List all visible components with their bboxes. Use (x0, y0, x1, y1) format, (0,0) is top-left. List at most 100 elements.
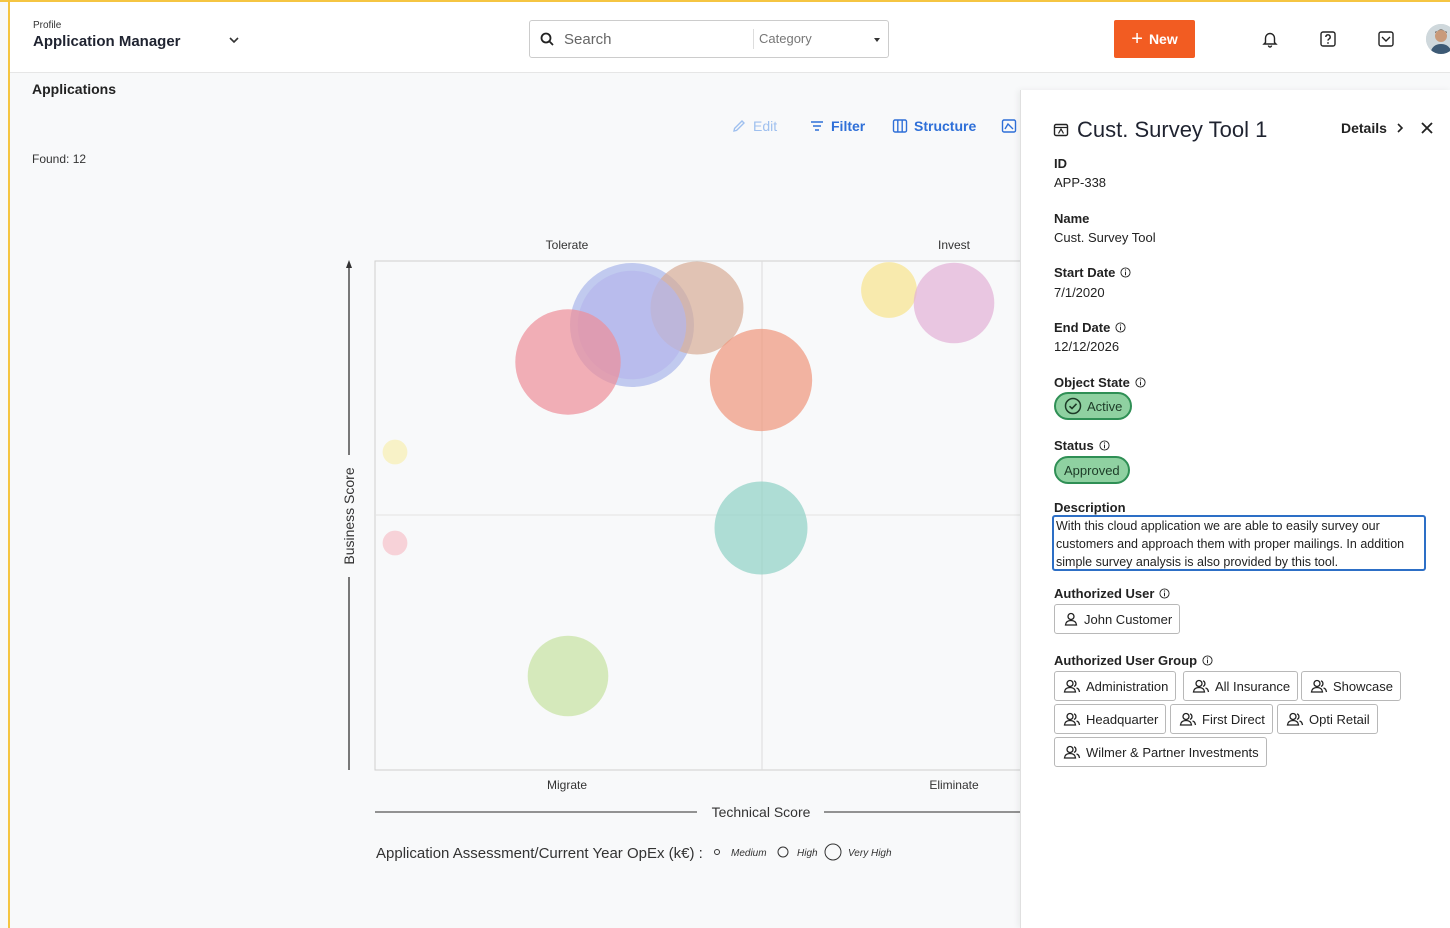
page-title: Applications (32, 81, 117, 97)
structure-button[interactable]: Structure (892, 118, 976, 134)
edit-button[interactable]: Edit (731, 118, 777, 134)
pencil-icon (733, 120, 745, 132)
group-chip[interactable]: All Insurance (1183, 671, 1299, 701)
quadrant-label-eliminate: Eliminate (929, 778, 979, 792)
avatar[interactable] (1426, 24, 1450, 54)
details-panel: Cust. Survey Tool 1 Details ID APP-338 N… (1020, 90, 1450, 928)
details-link[interactable]: Details (1341, 120, 1405, 136)
group-chip[interactable]: Opti Retail (1277, 704, 1378, 734)
chevron-down-icon[interactable] (226, 32, 242, 48)
search-input[interactable] (562, 21, 751, 57)
info-icon[interactable] (1115, 322, 1126, 333)
bell-icon[interactable] (1261, 30, 1279, 48)
panel-title-text: Cust. Survey Tool 1 (1077, 117, 1268, 142)
search-divider (753, 29, 754, 49)
search-icon (540, 32, 554, 46)
group-chip-label: Administration (1086, 678, 1169, 694)
group-icon (1286, 712, 1304, 726)
bubble-point[interactable] (515, 309, 621, 415)
columns-icon (892, 119, 908, 133)
id-label: ID (1054, 156, 1067, 171)
bubble-point[interactable] (382, 530, 408, 556)
id-value: APP-338 (1054, 175, 1107, 190)
group-icon (1310, 679, 1328, 693)
profile-selector[interactable]: Application Manager (33, 33, 181, 50)
group-chip[interactable]: Showcase (1301, 671, 1401, 701)
edit-label: Edit (753, 118, 778, 134)
bubble-point[interactable] (709, 328, 813, 432)
y-axis-label: Business Score (341, 467, 357, 564)
object-state-badge: Active (1054, 392, 1133, 420)
group-chip-label: Wilmer & Partner Investments (1086, 744, 1259, 760)
info-icon[interactable] (1202, 655, 1213, 666)
user-icon (1064, 612, 1078, 626)
close-icon[interactable] (1419, 120, 1435, 136)
start-date-value: 7/1/2020 (1054, 285, 1105, 300)
check-circle-icon (1064, 397, 1082, 415)
authorized-user-label: Authorized User (1054, 586, 1170, 601)
x-axis-label: Technical Score (712, 804, 811, 820)
name-value: Cust. Survey Tool (1054, 230, 1156, 245)
info-icon[interactable] (1120, 267, 1131, 278)
bubble-point[interactable] (382, 439, 408, 465)
bubble-point[interactable] (527, 635, 609, 717)
authorized-group-label-text: Authorized User Group (1054, 653, 1198, 668)
group-chip[interactable]: Wilmer & Partner Investments (1054, 737, 1267, 767)
bubble-point[interactable] (913, 262, 995, 344)
export-button[interactable] (1001, 118, 1017, 134)
application-icon (1053, 123, 1069, 137)
status-badge: Approved (1054, 456, 1130, 484)
group-chip-label: Headquarter (1086, 711, 1159, 727)
quadrant-label-invest: Invest (938, 238, 971, 252)
filter-button[interactable]: Filter (809, 118, 865, 134)
inbox-icon[interactable] (1377, 30, 1395, 48)
info-icon[interactable] (1135, 377, 1146, 388)
filter-label: Filter (831, 118, 866, 134)
group-chip[interactable]: Headquarter (1054, 704, 1167, 734)
status-label: Status (1054, 438, 1110, 453)
group-icon (1063, 745, 1081, 759)
info-icon[interactable] (1159, 588, 1170, 599)
panel-title: Cust. Survey Tool 1 (1053, 117, 1267, 143)
new-button[interactable]: + New (1114, 20, 1195, 58)
quadrant-label-migrate: Migrate (547, 778, 587, 792)
legend-very-high-marker (824, 843, 842, 861)
name-label: Name (1054, 211, 1089, 226)
group-chip[interactable]: Administration (1054, 671, 1177, 701)
category-select[interactable]: Category (759, 31, 812, 46)
description-label-text: Description (1054, 500, 1126, 515)
object-state-label: Object State (1054, 375, 1146, 390)
y-axis-arrow (346, 260, 352, 268)
image-icon (1001, 119, 1017, 133)
legend-medium-marker (714, 849, 720, 855)
filter-icon (811, 121, 823, 131)
group-icon (1179, 712, 1197, 726)
authorized-user-label-text: Authorized User (1054, 586, 1155, 601)
found-count: Found: 12 (32, 152, 87, 166)
group-chip-label: First Direct (1202, 711, 1265, 727)
details-link-label: Details (1341, 120, 1387, 136)
group-chip-label: Showcase (1333, 678, 1393, 694)
authorized-group-label: Authorized User Group (1054, 653, 1213, 668)
search-box: Category (529, 20, 889, 58)
info-icon[interactable] (1099, 440, 1110, 451)
group-chip[interactable]: First Direct (1170, 704, 1273, 734)
structure-label: Structure (914, 118, 977, 134)
user-chip[interactable]: John Customer (1054, 604, 1181, 634)
legend-title: Application Assessment/Current Year OpEx… (376, 845, 703, 862)
quadrant-label-tolerate: Tolerate (546, 238, 589, 252)
legend-medium-label: Medium (731, 848, 767, 859)
name-label-text: Name (1054, 211, 1090, 226)
bubble-point[interactable] (714, 481, 808, 575)
help-icon[interactable] (1319, 30, 1337, 48)
avatar-image (1426, 24, 1450, 54)
object-state-value: Active (1087, 398, 1123, 414)
object-state-label-text: Object State (1054, 375, 1130, 390)
bubble-series (382, 261, 995, 717)
group-icon (1063, 679, 1081, 693)
bubble-point[interactable] (861, 262, 917, 318)
top-header: Profile Application Manager Category + Ne… (10, 2, 1450, 73)
window-left-border (8, 0, 10, 928)
description-field[interactable]: With this cloud application we are able … (1052, 515, 1426, 571)
caret-down-icon[interactable] (874, 38, 880, 42)
